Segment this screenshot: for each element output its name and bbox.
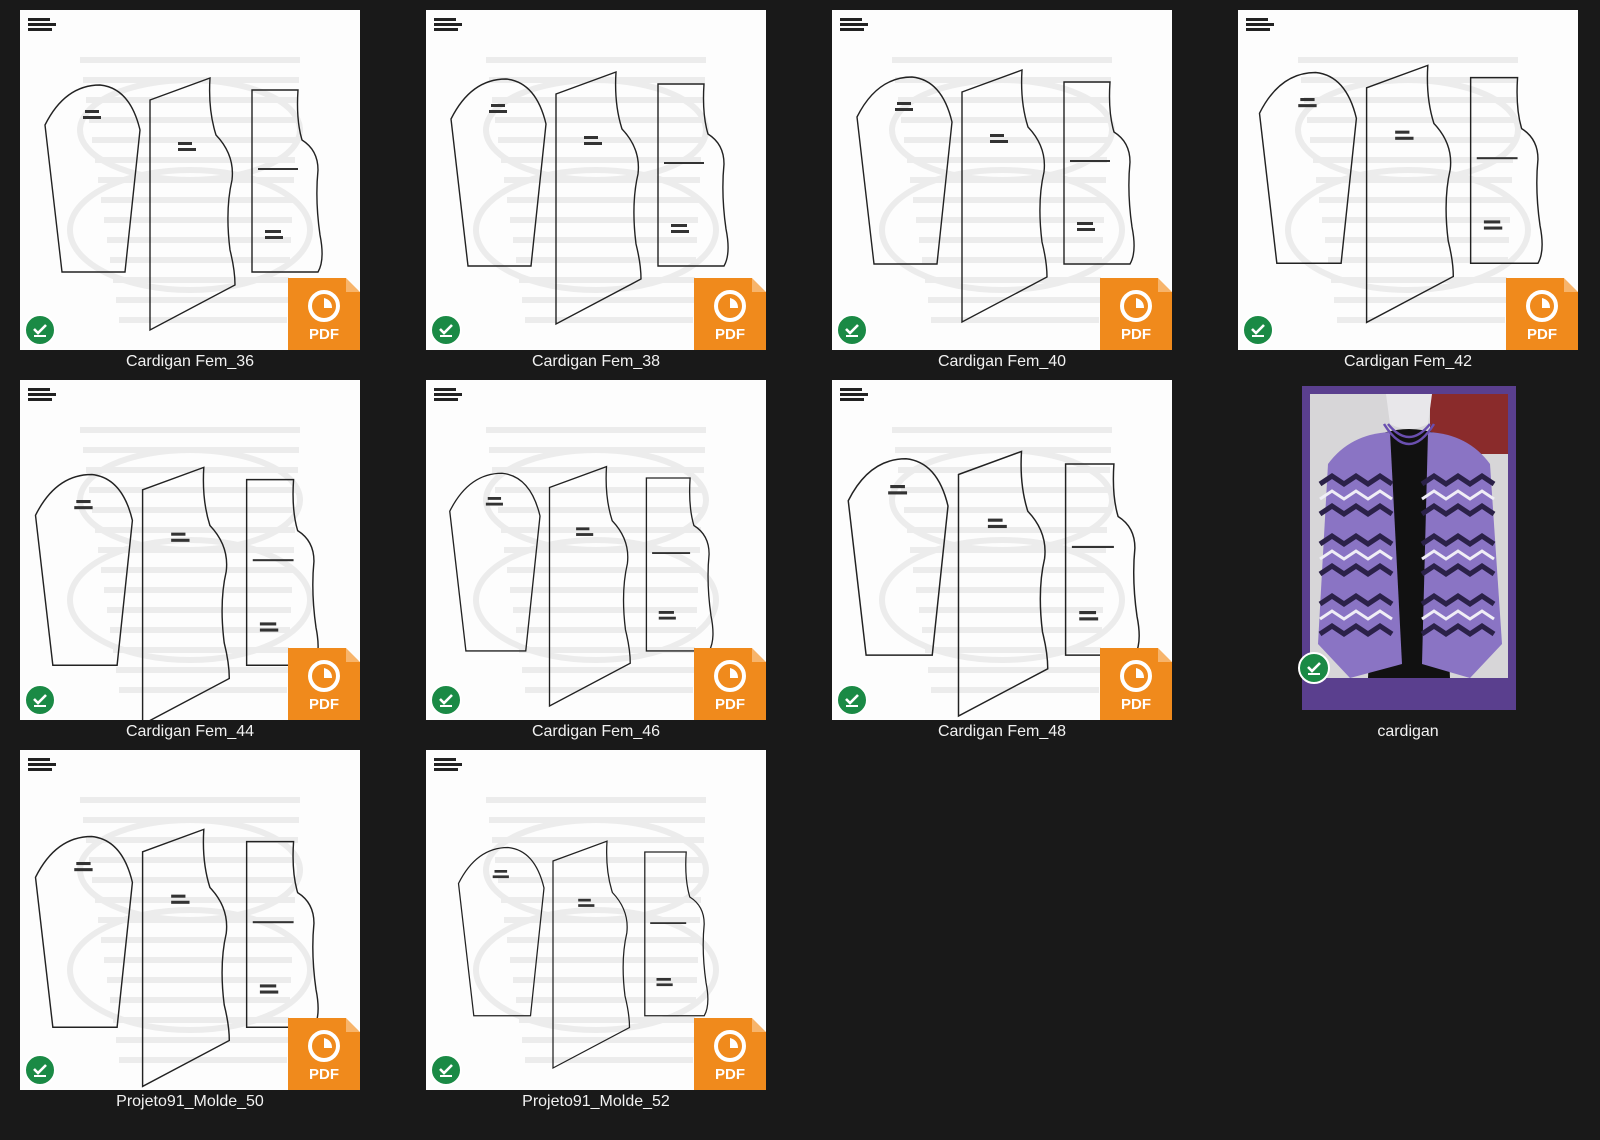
pdf-thumbnail: PDF	[426, 380, 766, 720]
pdf-badge-label: PDF	[1527, 326, 1557, 343]
pdf-file-icon: PDF	[694, 1018, 766, 1090]
pdf-file-icon: PDF	[1506, 278, 1578, 350]
file-name: Cardigan Fem_48	[937, 723, 1067, 740]
sync-check-icon	[24, 684, 56, 716]
file-name: Cardigan Fem_38	[531, 353, 661, 370]
file-name: Cardigan Fem_44	[125, 723, 255, 740]
sync-check-icon	[24, 1054, 56, 1086]
foxit-logo-icon	[714, 290, 746, 322]
pdf-file-icon: PDF	[694, 648, 766, 720]
file-tile[interactable]: PDF Projeto91_Molde_50	[20, 750, 360, 1120]
pdf-thumbnail: PDF	[20, 10, 360, 350]
pdf-thumbnail: PDF	[426, 750, 766, 1090]
pdf-file-icon: PDF	[288, 278, 360, 350]
file-name: Cardigan Fem_42	[1343, 353, 1473, 370]
foxit-logo-icon	[714, 660, 746, 692]
foxit-logo-icon	[1526, 290, 1558, 322]
foxit-logo-icon	[1120, 660, 1152, 692]
file-tile[interactable]: PDF Cardigan Fem_48	[832, 380, 1172, 750]
foxit-logo-icon	[308, 1030, 340, 1062]
pdf-badge-label: PDF	[309, 696, 339, 713]
pdf-thumbnail: PDF	[20, 750, 360, 1090]
pdf-badge-label: PDF	[1121, 326, 1151, 343]
file-tile[interactable]: PDF Cardigan Fem_42	[1238, 10, 1578, 380]
file-name: Cardigan Fem_36	[125, 353, 255, 370]
sync-check-icon	[836, 684, 868, 716]
sync-check-icon	[430, 684, 462, 716]
sync-check-icon	[836, 314, 868, 346]
pdf-badge-label: PDF	[715, 326, 745, 343]
pdf-badge-label: PDF	[309, 326, 339, 343]
file-name: Projeto91_Molde_50	[116, 1093, 264, 1110]
pdf-thumbnail: PDF	[20, 380, 360, 720]
file-tile[interactable]: PDF Cardigan Fem_46	[426, 380, 766, 750]
foxit-logo-icon	[308, 660, 340, 692]
file-name: cardigan	[1377, 723, 1439, 740]
pdf-file-icon: PDF	[288, 1018, 360, 1090]
pdf-badge-label: PDF	[309, 1066, 339, 1083]
pdf-file-icon: PDF	[1100, 278, 1172, 350]
foxit-logo-icon	[714, 1030, 746, 1062]
pdf-thumbnail: PDF	[832, 380, 1172, 720]
sync-check-icon	[430, 1054, 462, 1086]
pdf-file-icon: PDF	[1100, 648, 1172, 720]
file-tile[interactable]: PDF Cardigan Fem_40	[832, 10, 1172, 380]
file-name: Cardigan Fem_46	[531, 723, 661, 740]
pdf-thumbnail: PDF	[426, 10, 766, 350]
file-tile[interactable]: cardigan	[1238, 380, 1578, 750]
pdf-badge-label: PDF	[1121, 696, 1151, 713]
sync-check-icon	[430, 314, 462, 346]
pdf-file-icon: PDF	[288, 648, 360, 720]
file-tile[interactable]: PDF Cardigan Fem_38	[426, 10, 766, 380]
cardigan-photo	[1310, 394, 1508, 678]
pdf-thumbnail: PDF	[1238, 10, 1578, 350]
pdf-badge-label: PDF	[715, 696, 745, 713]
file-tile[interactable]: PDF Cardigan Fem_36	[20, 10, 360, 380]
file-name: Cardigan Fem_40	[937, 353, 1067, 370]
file-name: Projeto91_Molde_52	[522, 1093, 670, 1110]
foxit-logo-icon	[308, 290, 340, 322]
pdf-thumbnail: PDF	[832, 10, 1172, 350]
photo-frame	[1302, 386, 1516, 710]
file-tile[interactable]: PDF Projeto91_Molde_52	[426, 750, 766, 1120]
file-tile[interactable]: PDF Cardigan Fem_44	[20, 380, 360, 750]
sync-check-icon	[1298, 652, 1330, 684]
image-thumbnail	[1238, 380, 1578, 720]
sync-check-icon	[1242, 314, 1274, 346]
foxit-logo-icon	[1120, 290, 1152, 322]
pdf-file-icon: PDF	[694, 278, 766, 350]
sync-check-icon	[24, 314, 56, 346]
pdf-badge-label: PDF	[715, 1066, 745, 1083]
